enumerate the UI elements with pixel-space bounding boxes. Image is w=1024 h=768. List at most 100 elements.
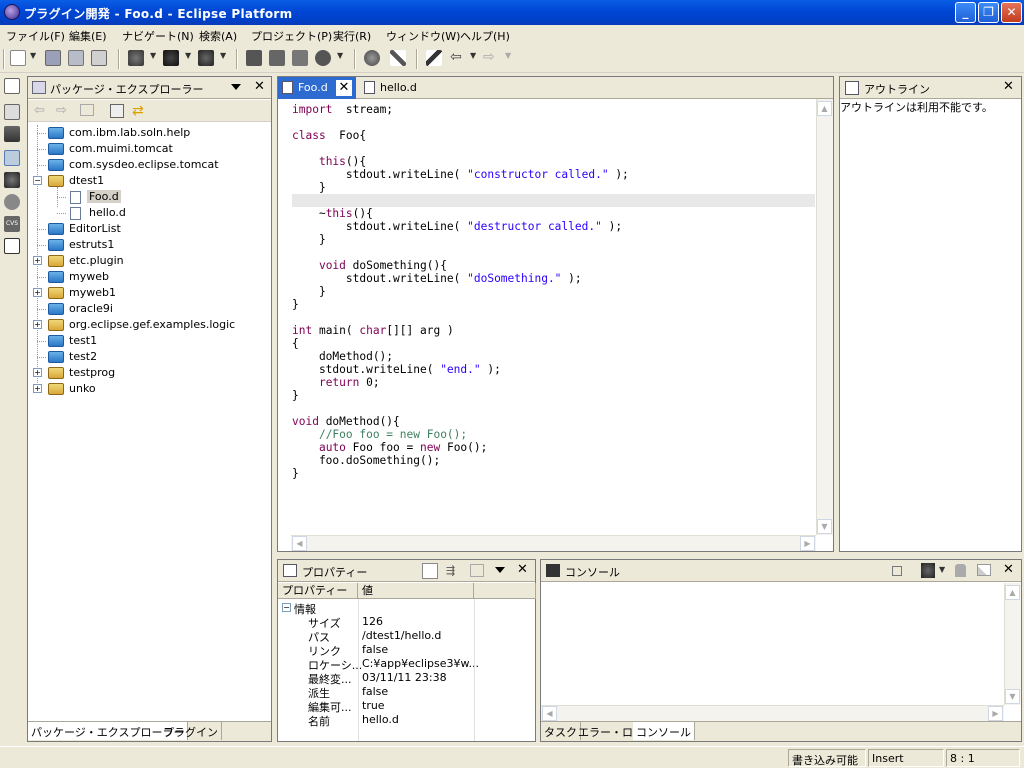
close-tab-icon[interactable]: ✕ <box>336 80 352 96</box>
console-vertical-scrollbar[interactable]: ▲ ▼ <box>1004 583 1021 705</box>
resource-perspective-icon[interactable] <box>4 104 20 120</box>
view-menu-icon[interactable] <box>231 84 241 90</box>
back-dropdown-icon[interactable]: ▼ <box>470 51 476 60</box>
tree-item[interactable]: com.sysdeo.eclipse.tomcat <box>28 157 271 173</box>
new-wizard-dropdown-icon[interactable]: ▼ <box>337 51 343 60</box>
tab-foo-d[interactable]: Foo.d ✕ <box>278 77 356 99</box>
close-view-icon[interactable]: ✕ <box>1003 563 1014 577</box>
back-icon[interactable]: ⇦ <box>34 103 45 118</box>
scroll-down-icon[interactable]: ▼ <box>817 519 832 534</box>
expand-icon[interactable]: + <box>33 320 42 329</box>
scroll-left-icon[interactable]: ◀ <box>292 536 307 551</box>
run-dropdown-icon[interactable]: ▼ <box>185 51 191 60</box>
new-icon[interactable] <box>10 50 26 66</box>
view-menu-icon[interactable] <box>495 567 505 573</box>
new-interface-icon[interactable] <box>315 50 331 66</box>
menu-window[interactable]: ウィンドウ(W) <box>386 28 460 44</box>
menu-project[interactable]: プロジェクト(P) <box>251 28 332 44</box>
tree-item[interactable]: oracle9i <box>28 301 271 317</box>
expand-icon[interactable]: + <box>33 288 42 297</box>
tree-item[interactable]: com.ibm.lab.soln.help <box>28 125 271 141</box>
categories-icon[interactable] <box>422 563 438 579</box>
collapse-all-icon[interactable] <box>110 104 124 118</box>
expand-icon[interactable]: + <box>33 256 42 265</box>
open-perspective-icon[interactable] <box>4 78 20 94</box>
tree-item[interactable]: + myweb1 <box>28 285 271 301</box>
collapse-icon[interactable]: − <box>33 176 42 185</box>
menu-search[interactable]: 検索(A) <box>199 28 237 44</box>
close-window-button[interactable]: ✕ <box>1001 2 1022 23</box>
tab-console[interactable]: コンソール <box>633 722 695 740</box>
search-icon[interactable] <box>390 50 406 66</box>
column-header-value[interactable]: 値 <box>358 583 474 599</box>
property-row[interactable]: パス/dtest1/hello.d <box>278 629 536 644</box>
tree-item[interactable]: com.muimi.tomcat <box>28 141 271 157</box>
editor-vertical-scrollbar[interactable]: ▲ ▼ <box>816 99 833 535</box>
external-tools-dropdown-icon[interactable]: ▼ <box>220 51 226 60</box>
expand-icon[interactable]: + <box>33 384 42 393</box>
save-icon[interactable] <box>45 50 61 66</box>
tab-hello-d[interactable]: hello.d <box>360 77 440 99</box>
scroll-right-icon[interactable]: ▶ <box>988 706 1003 721</box>
fast-view-icon[interactable] <box>4 238 20 254</box>
menu-edit[interactable]: 編集(E) <box>69 28 107 44</box>
new-class-icon[interactable] <box>292 50 308 66</box>
minimize-button[interactable]: _ <box>955 2 976 23</box>
tree-item[interactable]: + testprog <box>28 365 271 381</box>
window-title-bar[interactable]: プラグイン開発 - Foo.d - Eclipse Platform _ ❐ ✕ <box>0 0 1024 25</box>
scroll-lock-icon[interactable] <box>955 564 966 577</box>
scroll-left-icon[interactable]: ◀ <box>542 706 557 721</box>
menu-run[interactable]: 実行(R) <box>333 28 371 44</box>
tree-item[interactable]: myweb <box>28 269 271 285</box>
property-group-row[interactable]: − 情報 <box>278 601 536 616</box>
property-row[interactable]: 派生 false <box>278 685 536 700</box>
external-tools-icon[interactable] <box>198 50 214 66</box>
plugin-perspective-icon[interactable] <box>4 150 20 166</box>
debug-dropdown-icon[interactable]: ▼ <box>150 51 156 60</box>
property-row[interactable]: サイズ 126 <box>278 615 536 630</box>
close-view-icon[interactable]: ✕ <box>517 563 528 577</box>
run-icon[interactable] <box>163 50 179 66</box>
save-all-icon[interactable] <box>68 50 84 66</box>
tree-item[interactable]: − dtest1 <box>28 173 271 189</box>
forward-dropdown-icon[interactable]: ▼ <box>505 51 511 60</box>
up-icon[interactable] <box>80 104 94 116</box>
editor-horizontal-scrollbar[interactable]: ◀ ▶ <box>291 535 816 551</box>
new-dropdown-icon[interactable]: ▼ <box>30 51 36 60</box>
menu-file[interactable]: ファイル(F) <box>6 28 65 44</box>
tree-item[interactable]: + unko <box>28 381 271 397</box>
cvs-perspective-icon[interactable]: CVS <box>4 216 20 232</box>
code-area[interactable]: import stream; class Foo{ this(){ stdout.… <box>292 101 815 535</box>
property-row[interactable]: リンク false <box>278 643 536 658</box>
last-edit-location-icon[interactable] <box>426 50 442 66</box>
debug-perspective-icon[interactable] <box>4 172 20 188</box>
property-row[interactable]: 最終変... 03/11/11 23:38 <box>278 671 536 686</box>
terminate-icon[interactable] <box>892 566 902 576</box>
property-row[interactable]: 名前 hello.d <box>278 713 536 728</box>
back-icon[interactable]: ⇦ <box>450 50 466 66</box>
collapse-icon[interactable]: − <box>282 603 291 612</box>
java-perspective-icon[interactable] <box>4 126 20 142</box>
tree-item[interactable]: test2 <box>28 349 271 365</box>
tree-item[interactable]: Foo.d <box>28 189 271 205</box>
tree-item[interactable]: + etc.plugin <box>28 253 271 269</box>
forward-icon[interactable]: ⇨ <box>56 103 67 118</box>
maximize-button[interactable]: ❐ <box>978 2 999 23</box>
tab-plugins[interactable]: プラグイン <box>160 722 222 740</box>
team-perspective-icon[interactable] <box>4 194 20 210</box>
tree-item[interactable]: hello.d <box>28 205 271 221</box>
link-with-editor-icon[interactable]: ⇄ <box>132 103 144 119</box>
debug-icon[interactable] <box>128 50 144 66</box>
tree-item[interactable]: + org.eclipse.gef.examples.logic <box>28 317 271 333</box>
tree-item[interactable]: estruts1 <box>28 237 271 253</box>
column-header-property[interactable]: プロパティー <box>278 583 358 599</box>
show-advanced-icon[interactable]: ⇶ <box>446 564 455 577</box>
console-dropdown-icon[interactable]: ▼ <box>939 565 945 574</box>
scroll-right-icon[interactable]: ▶ <box>800 536 815 551</box>
close-view-icon[interactable]: ✕ <box>254 80 265 94</box>
new-java-project-icon[interactable] <box>246 50 262 66</box>
restore-default-icon[interactable] <box>470 564 484 577</box>
new-package-icon[interactable] <box>269 50 285 66</box>
property-row[interactable]: 編集可... true <box>278 699 536 714</box>
tree-item[interactable]: EditorList <box>28 221 271 237</box>
